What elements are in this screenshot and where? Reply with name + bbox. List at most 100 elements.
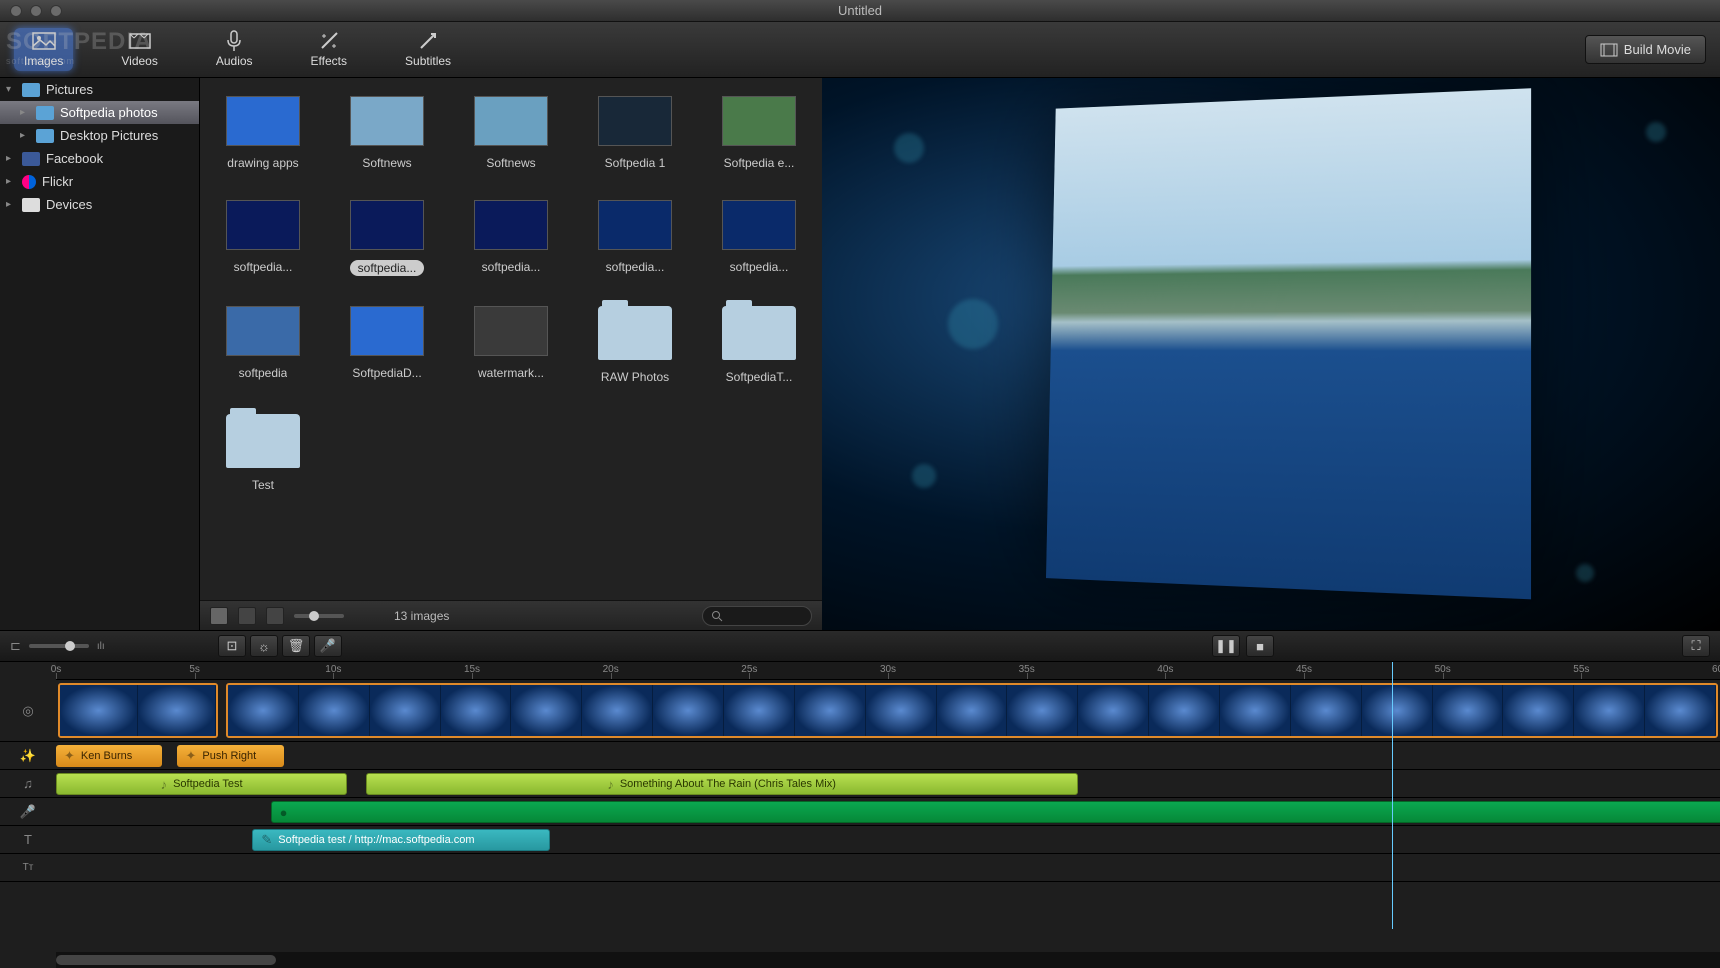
collapse-icon[interactable]: ⊏ bbox=[10, 638, 21, 654]
crop-button[interactable]: ⊡ bbox=[218, 635, 246, 657]
tab-videos[interactable]: Videos bbox=[111, 28, 167, 71]
thumb-item[interactable]: Softpedia 1 bbox=[590, 96, 680, 170]
build-movie-button[interactable]: Build Movie bbox=[1585, 35, 1706, 64]
waveform-icon[interactable]: ılı bbox=[97, 641, 105, 652]
timeline-clip[interactable]: ● bbox=[271, 801, 1720, 823]
thumb-item[interactable]: Softnews bbox=[342, 96, 432, 170]
voice-track[interactable]: ● bbox=[56, 798, 1720, 826]
timeline-clip[interactable]: ♪Something About The Rain (Chris Tales M… bbox=[366, 773, 1078, 795]
thumb-item[interactable]: watermark... bbox=[466, 306, 556, 384]
thumbnail-image bbox=[722, 200, 796, 250]
title-track[interactable] bbox=[56, 854, 1720, 882]
video-track[interactable] bbox=[56, 680, 1720, 742]
effects-icon bbox=[316, 31, 342, 51]
thumb-label: drawing apps bbox=[227, 156, 298, 170]
sidebar-item-devices[interactable]: ▸Devices bbox=[0, 193, 199, 216]
timeline-clip[interactable]: ✦Push Right bbox=[177, 745, 283, 767]
thumb-item[interactable]: softpedia bbox=[218, 306, 308, 384]
clip-icon: ✦ bbox=[64, 748, 75, 764]
clip-icon: ♪ bbox=[161, 777, 168, 792]
pause-button[interactable]: ❚❚ bbox=[1212, 635, 1240, 657]
column-view-button[interactable] bbox=[266, 607, 284, 625]
tab-audios[interactable]: Audios bbox=[206, 28, 263, 71]
thumb-item[interactable]: softpedia... bbox=[466, 200, 556, 276]
thumb-item[interactable]: SoftpediaD... bbox=[342, 306, 432, 384]
thumb-item[interactable]: drawing apps bbox=[218, 96, 308, 170]
zoom-window-icon[interactable] bbox=[50, 5, 62, 17]
thumbnail-image bbox=[474, 200, 548, 250]
videos-icon bbox=[127, 31, 153, 51]
thumbnail-image bbox=[474, 306, 548, 356]
thumb-size-slider[interactable] bbox=[294, 614, 344, 618]
sidebar-item-softpedia-photos[interactable]: ▸ Softpedia photos bbox=[0, 101, 199, 124]
timeline-clip[interactable]: ♪Softpedia Test bbox=[56, 773, 347, 795]
clip-icon: ✎ bbox=[261, 832, 272, 848]
thumb-item[interactable]: Softpedia e... bbox=[714, 96, 804, 170]
thumb-item[interactable]: softpedia... bbox=[714, 200, 804, 276]
sidebar-item-facebook[interactable]: ▸Facebook bbox=[0, 147, 199, 170]
settings-button[interactable]: ☼ bbox=[250, 635, 278, 657]
thumb-item[interactable]: RAW Photos bbox=[590, 306, 680, 384]
tab-images[interactable]: Images bbox=[14, 28, 73, 71]
sidebar-item-label: Softpedia photos bbox=[60, 105, 158, 120]
thumb-label: SoftpediaT... bbox=[726, 370, 793, 384]
time-ruler[interactable]: 0s5s10s15s20s25s30s35s40s45s50s55s60s bbox=[56, 662, 1720, 680]
thumb-label: Test bbox=[252, 478, 274, 492]
thumbnail-image bbox=[598, 200, 672, 250]
timeline-clip[interactable]: ✎Softpedia test / http://mac.softpedia.c… bbox=[252, 829, 550, 851]
search-input[interactable] bbox=[702, 606, 812, 626]
disclosure-icon: ▾ bbox=[6, 84, 16, 95]
clip-icon: ✦ bbox=[185, 748, 196, 764]
playhead[interactable] bbox=[1392, 662, 1393, 929]
audio-track[interactable]: ♪Softpedia Test ♪Something About The Rain… bbox=[56, 770, 1720, 798]
thumbnail-image bbox=[350, 200, 424, 250]
video-clip-1[interactable] bbox=[58, 683, 218, 738]
control-bar: ⊏ ılı ⊡ ☼ 🗑 🎤 ❚❚ ■ ⛶ bbox=[0, 630, 1720, 662]
timeline-scrollbar[interactable] bbox=[56, 952, 1720, 968]
tab-effects[interactable]: Effects bbox=[301, 28, 357, 71]
thumb-label: softpedia... bbox=[350, 260, 425, 276]
thumbnail-image bbox=[598, 96, 672, 146]
disclosure-icon: ▸ bbox=[6, 176, 16, 187]
thumb-item[interactable]: Softnews bbox=[466, 96, 556, 170]
thumb-item[interactable]: Test bbox=[218, 414, 308, 492]
stop-button[interactable]: ■ bbox=[1246, 635, 1274, 657]
thumb-item[interactable]: SoftpediaT... bbox=[714, 306, 804, 384]
tab-subtitles[interactable]: Subtitles bbox=[395, 28, 461, 71]
thumbnail-image bbox=[350, 306, 424, 356]
thumb-item[interactable]: softpedia... bbox=[590, 200, 680, 276]
record-voice-button[interactable]: 🎤 bbox=[314, 635, 342, 657]
search-icon bbox=[711, 610, 723, 622]
browser-footer: 13 images bbox=[200, 600, 822, 630]
preview-canvas bbox=[822, 78, 1720, 630]
subtitles-icon bbox=[415, 31, 441, 51]
thumb-label: softpedia bbox=[239, 366, 288, 380]
images-icon bbox=[31, 31, 57, 51]
disclosure-icon: ▸ bbox=[6, 153, 16, 164]
sidebar-item-label: Flickr bbox=[42, 174, 73, 189]
thumb-label: Softpedia e... bbox=[724, 156, 795, 170]
thumb-item[interactable]: softpedia... bbox=[218, 200, 308, 276]
timeline-clip[interactable]: ✦Ken Burns bbox=[56, 745, 162, 767]
fullscreen-button[interactable]: ⛶ bbox=[1682, 635, 1710, 657]
disclosure-icon: ▸ bbox=[20, 107, 30, 118]
sidebar-item-pictures[interactable]: ▾Pictures bbox=[0, 78, 199, 101]
minimize-window-icon[interactable] bbox=[30, 5, 42, 17]
zoom-slider[interactable] bbox=[29, 644, 89, 648]
close-window-icon[interactable] bbox=[10, 5, 22, 17]
folder-icon bbox=[722, 306, 796, 360]
folder-icon bbox=[22, 83, 40, 97]
sidebar-item-flickr[interactable]: ▸ Flickr bbox=[0, 170, 199, 193]
thumbnail-image bbox=[226, 306, 300, 356]
thumb-label: softpedia... bbox=[234, 260, 293, 274]
list-view-button[interactable] bbox=[238, 607, 256, 625]
thumbnail-image bbox=[226, 96, 300, 146]
delete-button[interactable]: 🗑 bbox=[282, 635, 310, 657]
thumb-item[interactable]: softpedia... bbox=[342, 200, 432, 276]
grid-view-button[interactable] bbox=[210, 607, 228, 625]
text-track[interactable]: ✎Softpedia test / http://mac.softpedia.c… bbox=[56, 826, 1720, 854]
effects-track[interactable]: ✦Ken Burns ✦Push Right bbox=[56, 742, 1720, 770]
video-clip-2[interactable] bbox=[226, 683, 1718, 738]
sidebar-item-desktop-pictures[interactable]: ▸Desktop Pictures bbox=[0, 124, 199, 147]
thumbnail-image bbox=[350, 96, 424, 146]
